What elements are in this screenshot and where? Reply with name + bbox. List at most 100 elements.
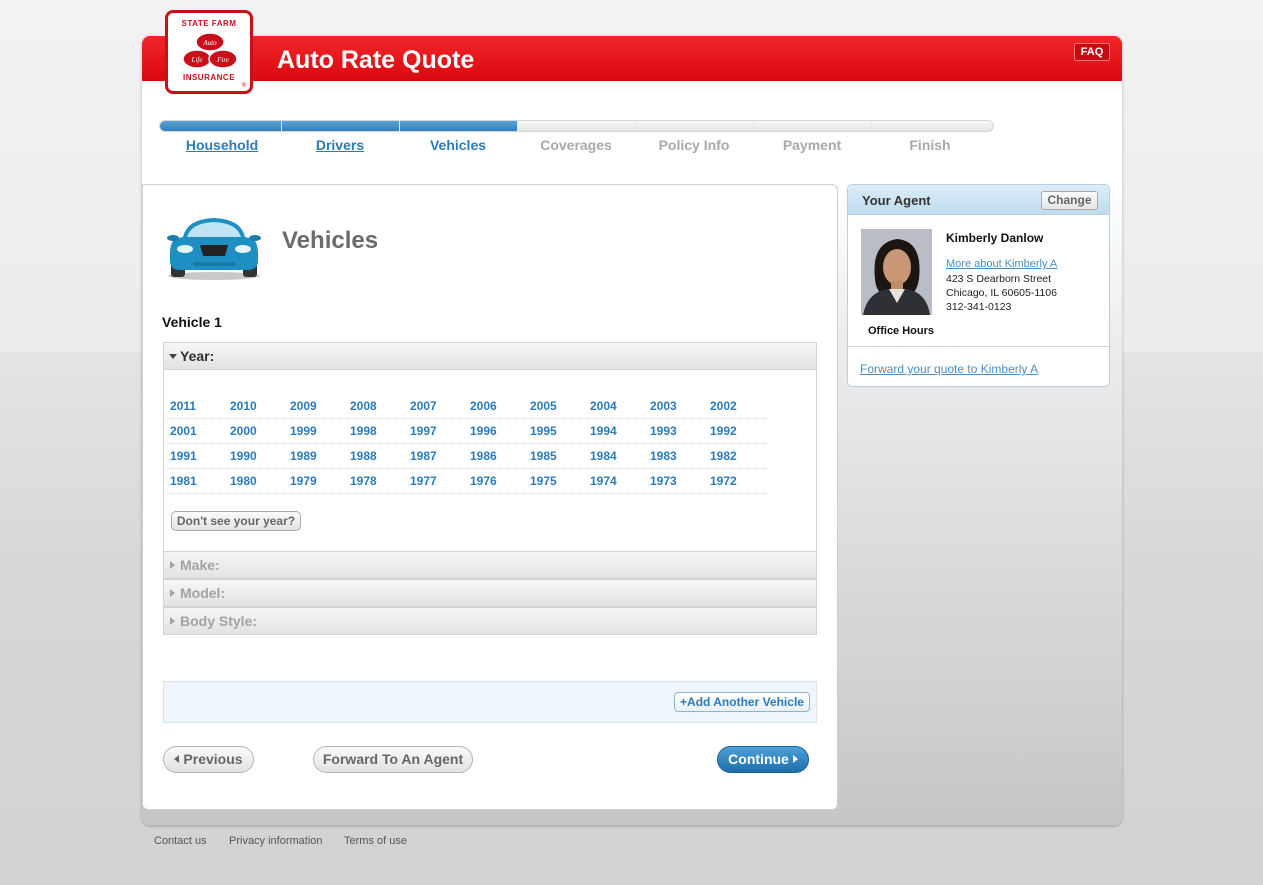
vehicle-number-label: Vehicle 1 bbox=[162, 314, 222, 330]
year-option[interactable]: 1986 bbox=[467, 444, 527, 468]
state-farm-logo[interactable]: STATE FARM Auto Life Fire INSURANCE ® bbox=[165, 10, 253, 94]
year-option[interactable]: 1987 bbox=[407, 444, 467, 468]
arrow-right-icon bbox=[792, 755, 798, 763]
year-option[interactable]: 2009 bbox=[287, 394, 347, 418]
year-option[interactable]: 1994 bbox=[587, 419, 647, 443]
caret-right-icon bbox=[170, 589, 175, 597]
make-accordion-header[interactable]: Make: bbox=[163, 551, 817, 579]
make-label: Make: bbox=[180, 557, 220, 573]
step-household[interactable]: Household bbox=[163, 137, 281, 153]
continue-label: Continue bbox=[728, 751, 789, 767]
progress-divider bbox=[871, 121, 872, 131]
agent-address-line1: 423 S Dearborn Street bbox=[946, 273, 1052, 285]
previous-label: Previous bbox=[183, 751, 243, 767]
year-option[interactable]: 2010 bbox=[227, 394, 287, 418]
footer-privacy-link[interactable]: Privacy information bbox=[229, 835, 323, 847]
progress-divider bbox=[753, 121, 754, 131]
caret-right-icon bbox=[170, 561, 175, 569]
page-title: Auto Rate Quote bbox=[277, 46, 475, 74]
vehicles-panel: Vehicles Vehicle 1 Year: 2011 2010 2009 … bbox=[142, 184, 838, 810]
year-option[interactable]: 1978 bbox=[347, 469, 407, 493]
step-payment: Payment bbox=[782, 137, 842, 153]
logo-registered-mark: ® bbox=[241, 83, 246, 89]
year-option[interactable]: 1990 bbox=[227, 444, 287, 468]
year-option[interactable]: 1999 bbox=[287, 419, 347, 443]
add-vehicle-button[interactable]: +Add Another Vehicle bbox=[674, 692, 810, 712]
faq-button[interactable]: FAQ bbox=[1074, 43, 1110, 61]
year-option[interactable]: 1973 bbox=[647, 469, 707, 493]
year-option[interactable]: 1982 bbox=[707, 444, 767, 468]
step-drivers[interactable]: Drivers bbox=[281, 137, 399, 153]
agent-address-line2: Chicago, IL 60605-1106 bbox=[946, 287, 1057, 299]
year-option[interactable]: 1993 bbox=[647, 419, 707, 443]
year-option[interactable]: 1979 bbox=[287, 469, 347, 493]
progress-fill bbox=[160, 121, 517, 131]
body-style-label: Body Style: bbox=[180, 613, 258, 629]
year-option[interactable]: 1997 bbox=[407, 419, 467, 443]
progress-divider bbox=[399, 121, 400, 131]
year-option[interactable]: 2004 bbox=[587, 394, 647, 418]
continue-button[interactable]: Continue bbox=[717, 746, 809, 773]
agent-photo bbox=[861, 229, 932, 315]
logo-rings-icon: Auto Life Fire bbox=[182, 32, 238, 69]
body-style-accordion-header[interactable]: Body Style: bbox=[163, 607, 817, 635]
step-policy-info: Policy Info bbox=[658, 137, 730, 153]
step-vehicles: Vehicles bbox=[429, 137, 487, 153]
year-option[interactable]: 2011 bbox=[167, 394, 227, 418]
year-option[interactable]: 2002 bbox=[707, 394, 767, 418]
year-option[interactable]: 1972 bbox=[707, 469, 767, 493]
model-accordion-header[interactable]: Model: bbox=[163, 579, 817, 607]
office-hours-label[interactable]: Office Hours bbox=[868, 325, 934, 337]
year-option[interactable]: 1998 bbox=[347, 419, 407, 443]
year-accordion-header[interactable]: Year: bbox=[163, 342, 817, 370]
year-option[interactable]: 2007 bbox=[407, 394, 467, 418]
logo-ring-auto: Auto bbox=[202, 39, 217, 47]
agent-panel-title: Your Agent bbox=[862, 193, 931, 208]
year-option[interactable]: 1976 bbox=[467, 469, 527, 493]
year-option[interactable]: 2008 bbox=[347, 394, 407, 418]
caret-down-icon bbox=[169, 354, 177, 359]
forward-quote-link[interactable]: Forward your quote to Kimberly A bbox=[860, 362, 1038, 376]
header-bar: Auto Rate Quote FAQ bbox=[142, 36, 1122, 81]
year-row: 1991 1990 1989 1988 1987 1986 1985 1984 … bbox=[167, 444, 767, 469]
progress-divider bbox=[281, 121, 282, 131]
year-option[interactable]: 1988 bbox=[347, 444, 407, 468]
year-option[interactable]: 1975 bbox=[527, 469, 587, 493]
year-option[interactable]: 1989 bbox=[287, 444, 347, 468]
year-option[interactable]: 1977 bbox=[407, 469, 467, 493]
year-option[interactable]: 2005 bbox=[527, 394, 587, 418]
logo-ring-fire: Fire bbox=[216, 56, 229, 64]
footer-terms-link[interactable]: Terms of use bbox=[344, 835, 407, 847]
year-option[interactable]: 1981 bbox=[167, 469, 227, 493]
previous-button[interactable]: Previous bbox=[163, 746, 254, 773]
progress-divider bbox=[517, 121, 518, 131]
year-option[interactable]: 1983 bbox=[647, 444, 707, 468]
year-option[interactable]: 1995 bbox=[527, 419, 587, 443]
year-option[interactable]: 2003 bbox=[647, 394, 707, 418]
change-agent-button[interactable]: Change bbox=[1041, 191, 1098, 210]
year-option[interactable]: 1980 bbox=[227, 469, 287, 493]
year-option[interactable]: 1974 bbox=[587, 469, 647, 493]
year-option[interactable]: 1992 bbox=[707, 419, 767, 443]
year-option[interactable]: 2000 bbox=[227, 419, 287, 443]
agent-portrait-icon bbox=[861, 229, 932, 315]
year-option[interactable]: 1984 bbox=[587, 444, 647, 468]
dont-see-year-button[interactable]: Don't see your year? bbox=[171, 511, 301, 531]
more-about-agent-link[interactable]: More about Kimberly A bbox=[946, 258, 1057, 270]
step-coverages: Coverages bbox=[540, 137, 612, 153]
progress-bar bbox=[159, 120, 994, 132]
year-option[interactable]: 1985 bbox=[527, 444, 587, 468]
year-option[interactable]: 2001 bbox=[167, 419, 227, 443]
logo-ring-life: Life bbox=[191, 56, 203, 64]
caret-right-icon bbox=[170, 617, 175, 625]
step-finish: Finish bbox=[909, 137, 951, 153]
forward-to-agent-button[interactable]: Forward To An Agent bbox=[313, 746, 473, 773]
logo-top-text: STATE FARM bbox=[181, 19, 237, 28]
year-option[interactable]: 2006 bbox=[467, 394, 527, 418]
year-option[interactable]: 1996 bbox=[467, 419, 527, 443]
footer-contact-link[interactable]: Contact us bbox=[154, 835, 207, 847]
year-option[interactable]: 1991 bbox=[167, 444, 227, 468]
logo-bottom-text: INSURANCE bbox=[182, 73, 236, 82]
year-row: 2011 2010 2009 2008 2007 2006 2005 2004 … bbox=[167, 394, 767, 419]
car-icon bbox=[167, 218, 261, 280]
